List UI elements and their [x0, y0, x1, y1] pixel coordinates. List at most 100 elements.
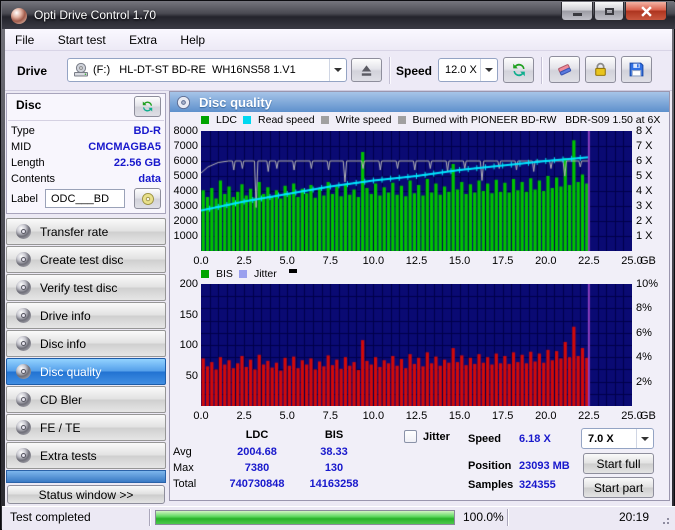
sidebar-item-label: Disc quality	[40, 364, 102, 379]
legend-label-read-speed: Read speed	[258, 114, 315, 126]
test-speed-select[interactable]: 7.0 X	[581, 428, 654, 449]
samples-label: Samples	[468, 479, 514, 491]
test-speed-select-value: 7.0 X	[588, 432, 614, 445]
legend-swatch-write-speed	[320, 116, 329, 124]
menu-bar: File Start test Extra Help	[5, 29, 672, 51]
legend-label-bis: BIS	[216, 268, 233, 280]
sidebar-item-disc-info[interactable]: Disc info	[6, 330, 166, 357]
ldc-speed-chart	[201, 131, 632, 251]
start-full-label: Start full	[596, 456, 641, 471]
menu-extra[interactable]: Extra	[119, 29, 167, 51]
legend-label-ldc: LDC	[216, 114, 238, 126]
progress-bar-fill	[156, 511, 454, 524]
menu-file[interactable]: File	[5, 29, 44, 51]
start-full-button[interactable]: Start full	[583, 453, 654, 474]
status-window-button[interactable]: Status window >>	[7, 485, 165, 504]
disc-length-value: 22.56 GB	[113, 157, 161, 169]
statusbar-separator	[507, 509, 509, 526]
disc-label-input[interactable]: ODC___BD	[45, 189, 125, 208]
refresh-button[interactable]	[503, 57, 534, 83]
jitter-checkbox[interactable]	[404, 430, 417, 443]
refresh-icon	[142, 101, 153, 112]
minimize-button[interactable]	[561, 2, 593, 21]
legend-swatch-jitter	[238, 270, 247, 278]
refresh-icon	[512, 63, 525, 77]
disc-mid-value: CMCMAGBA5	[88, 141, 161, 153]
drive-select-arrow[interactable]	[329, 59, 346, 81]
speed-select-arrow[interactable]	[480, 59, 497, 81]
bottom-chart-legend: BIS Jitter	[201, 268, 297, 280]
sidebar-item-transfer-rate[interactable]: Transfer rate	[6, 218, 166, 245]
results-total-bis: 14163258	[309, 478, 359, 490]
maximize-button[interactable]	[594, 2, 624, 21]
results-row-total-label: Total	[173, 478, 197, 490]
sidebar-item-fe-te[interactable]: FE / TE	[6, 414, 166, 441]
start-part-button[interactable]: Start part	[583, 477, 654, 498]
results-max-ldc: 7380	[244, 462, 270, 474]
disc-contents-value: data	[138, 173, 161, 185]
cd-icon	[141, 192, 154, 205]
drive-select[interactable]: (F:) HL-DT-ST BD-RE WH16NS58 1.V1	[67, 58, 347, 82]
position-value: 23093 MB	[519, 460, 570, 472]
legend-burn-mark	[288, 269, 297, 273]
disc-refresh-button[interactable]	[134, 96, 161, 117]
cd-icon	[16, 336, 31, 351]
resize-grip[interactable]	[667, 522, 669, 524]
results-row-avg-label: Avg	[173, 446, 192, 458]
disc-label-caption: Label	[11, 193, 38, 205]
results-col-ldc: LDC	[245, 429, 269, 441]
cd-icon	[16, 252, 31, 267]
sidebar-item-verify-test-disc[interactable]: Verify test disc	[6, 274, 166, 301]
sidebar-item-label: Create test disc	[40, 252, 124, 267]
cd-icon	[16, 280, 31, 295]
save-icon	[629, 62, 644, 77]
sidebar-item-drive-info[interactable]: Drive info	[6, 302, 166, 329]
title-bar[interactable]: Opti Drive Control 1.70	[2, 2, 675, 29]
save-button[interactable]	[621, 56, 652, 83]
maximize-icon	[604, 7, 614, 15]
menu-help[interactable]: Help	[170, 29, 215, 51]
cd-icon	[16, 420, 31, 435]
legend-swatch-burned	[397, 116, 406, 124]
sidebar-item-label: Transfer rate	[40, 224, 109, 239]
sidebar-item-label: Drive info	[40, 308, 91, 323]
sidebar-item-label: Extra tests	[40, 448, 97, 463]
lock-icon	[595, 62, 606, 76]
cd-icon	[16, 224, 31, 239]
eject-icon	[361, 64, 372, 76]
sidebar-item-cd-bler[interactable]: CD Bler	[6, 386, 166, 413]
sidebar-item-label: CD Bler	[40, 392, 83, 407]
sidebar-item-label: FE / TE	[40, 420, 81, 435]
minimize-icon	[572, 12, 582, 16]
status-window-label: Status window >>	[38, 487, 134, 502]
results-col-bis: BIS	[324, 429, 344, 441]
close-icon	[640, 5, 652, 17]
drive-label: Drive	[17, 64, 48, 78]
legend-label-jitter: Jitter	[253, 268, 277, 280]
disc-quality-title: Disc quality	[199, 94, 272, 110]
drive-icon	[74, 62, 88, 77]
eject-button[interactable]	[351, 58, 382, 82]
menu-start-test[interactable]: Start test	[48, 29, 116, 51]
speed-label: Speed	[396, 64, 433, 78]
legend-label-burned: Burned with PIONEER BD-RW BDR-S09 1.50 a…	[412, 114, 661, 126]
speed-select[interactable]: 12.0 X	[438, 58, 498, 82]
disc-label-button[interactable]	[134, 188, 161, 209]
sidebar-item-label: Verify test disc	[40, 280, 118, 295]
start-part-label: Start part	[593, 480, 644, 495]
eraser-icon	[558, 64, 572, 76]
test-speed-select-arrow[interactable]	[636, 429, 653, 448]
sidebar-item-extra-tests[interactable]: Extra tests	[6, 442, 166, 469]
sidebar-accent-strip	[6, 470, 166, 483]
close-button[interactable]	[625, 2, 667, 21]
toolbar-separator	[541, 57, 543, 84]
lock-button[interactable]	[585, 56, 616, 83]
sidebar-item-create-test-disc[interactable]: Create test disc	[6, 246, 166, 273]
statusbar-separator	[149, 509, 151, 526]
sidebar-item-label: Disc info	[40, 336, 87, 351]
results-total-ldc: 740730848	[229, 478, 285, 490]
erase-disc-button[interactable]	[549, 56, 580, 83]
sidebar-item-disc-quality[interactable]: Disc quality	[6, 358, 166, 385]
cd-icon	[16, 308, 31, 323]
position-label: Position	[468, 460, 512, 472]
